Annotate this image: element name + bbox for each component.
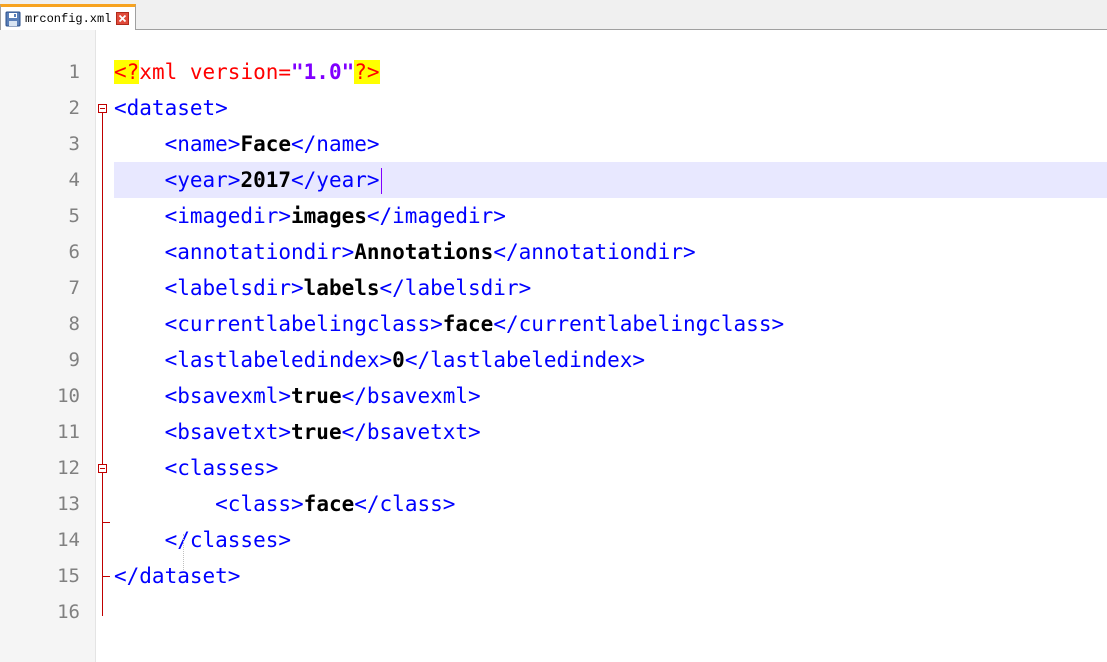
element-value: Face xyxy=(240,132,292,156)
open-tag: <bsavexml> xyxy=(164,384,292,408)
element-value: Annotations xyxy=(354,240,494,264)
tag: <classes> xyxy=(164,456,279,480)
fold-toggle-dataset[interactable] xyxy=(98,104,107,113)
line-number: 4 xyxy=(68,169,80,191)
open-tag: <labelsdir> xyxy=(164,276,304,300)
code-line[interactable]: </classes> xyxy=(114,522,1107,558)
tab-label: mrconfig.xml xyxy=(25,11,112,26)
line-number: 12 xyxy=(57,457,80,479)
line-number: 1 xyxy=(68,61,80,83)
open-tag: <annotationdir> xyxy=(164,240,355,264)
tag: <dataset> xyxy=(114,96,228,120)
open-tag: <currentlabelingclass> xyxy=(164,312,443,336)
element-value: labels xyxy=(303,276,380,300)
line-number: 3 xyxy=(68,133,80,155)
close-tag: </bsavetxt> xyxy=(341,420,481,444)
xml-declaration-close: ?> xyxy=(354,60,380,84)
open-tag: <name> xyxy=(164,132,241,156)
line-number-gutter: 1 2 3 4 5 6 7 8 9 10 11 12 13 14 15 16 xyxy=(0,30,96,662)
open-tag: <lastlabeledindex> xyxy=(164,348,393,372)
open-tag: <year> xyxy=(164,168,241,192)
xml-declaration-open: <? xyxy=(114,60,140,84)
code-line[interactable]: <bsavetxt>true</bsavetxt> xyxy=(114,414,1107,450)
code-line[interactable]: <year>2017</year> xyxy=(114,162,1107,198)
code-line[interactable]: <labelsdir>labels</labelsdir> xyxy=(114,270,1107,306)
open-tag: <imagedir> xyxy=(164,204,292,228)
line-number: 10 xyxy=(57,385,80,407)
line-number: 7 xyxy=(68,277,80,299)
element-value: 2017 xyxy=(240,168,292,192)
code-line[interactable]: <?xml version="1.0"?> xyxy=(114,54,1107,90)
close-tag: </currentlabelingclass> xyxy=(493,312,785,336)
open-tag: <bsavetxt> xyxy=(164,420,292,444)
code-line[interactable]: <bsavexml>true</bsavexml> xyxy=(114,378,1107,414)
save-icon xyxy=(5,11,21,26)
close-tag: </bsavexml> xyxy=(341,384,481,408)
code-line[interactable]: <lastlabeledindex>0</lastlabeledindex> xyxy=(114,342,1107,378)
element-value: true xyxy=(291,384,342,408)
line-number: 16 xyxy=(57,601,80,623)
editor-text-area[interactable]: <?xml version="1.0"?> <dataset> <name>Fac… xyxy=(114,54,1107,630)
code-line[interactable]: <annotationdir>Annotations</annotationdi… xyxy=(114,234,1107,270)
code-line[interactable]: <class>face</class> xyxy=(114,486,1107,522)
line-number: 15 xyxy=(57,565,80,587)
element-value: images xyxy=(291,204,367,228)
close-icon[interactable] xyxy=(116,12,130,25)
indent-guide xyxy=(183,534,184,570)
fold-margin[interactable] xyxy=(98,54,114,630)
line-number: 8 xyxy=(68,313,80,335)
tab-bar: mrconfig.xml xyxy=(0,0,1107,30)
text-caret xyxy=(380,168,382,194)
line-number: 14 xyxy=(57,529,80,551)
code-line[interactable]: <dataset> xyxy=(114,90,1107,126)
element-value: face xyxy=(442,312,494,336)
xml-declaration-attribute: xml version= xyxy=(139,60,292,84)
line-number: 13 xyxy=(57,493,80,515)
code-line[interactable]: <currentlabelingclass>face</currentlabel… xyxy=(114,306,1107,342)
code-line[interactable]: <imagedir>images</imagedir> xyxy=(114,198,1107,234)
code-line[interactable] xyxy=(114,594,1107,630)
tab-mrconfig-xml[interactable]: mrconfig.xml xyxy=(0,4,137,30)
tag: </dataset> xyxy=(114,564,241,588)
line-number: 5 xyxy=(68,205,80,227)
line-number: 2 xyxy=(68,97,80,119)
xml-declaration-version: "1.0" xyxy=(291,60,355,84)
element-value: 0 xyxy=(392,348,405,372)
element-value: face xyxy=(303,492,355,516)
close-tag: </lastlabeledindex> xyxy=(404,348,646,372)
code-line[interactable]: <classes> xyxy=(114,450,1107,486)
line-number: 9 xyxy=(68,349,80,371)
code-editor[interactable]: 1 2 3 4 5 6 7 8 9 10 11 12 13 14 15 16 <?xml version="1… xyxy=(0,30,1107,662)
fold-toggle-classes[interactable] xyxy=(98,464,107,473)
close-tag: </annotationdir> xyxy=(493,240,696,264)
code-line[interactable]: <name>Face</name> xyxy=(114,126,1107,162)
element-value: true xyxy=(291,420,342,444)
line-number: 6 xyxy=(68,241,80,263)
open-tag: <class> xyxy=(215,492,304,516)
close-tag: </imagedir> xyxy=(366,204,506,228)
close-tag: </name> xyxy=(291,132,380,156)
code-line[interactable]: </dataset> xyxy=(114,558,1107,594)
close-tag: </year> xyxy=(291,168,380,192)
close-tag: </labelsdir> xyxy=(379,276,532,300)
line-number: 11 xyxy=(57,421,80,443)
close-tag: </class> xyxy=(354,492,456,516)
